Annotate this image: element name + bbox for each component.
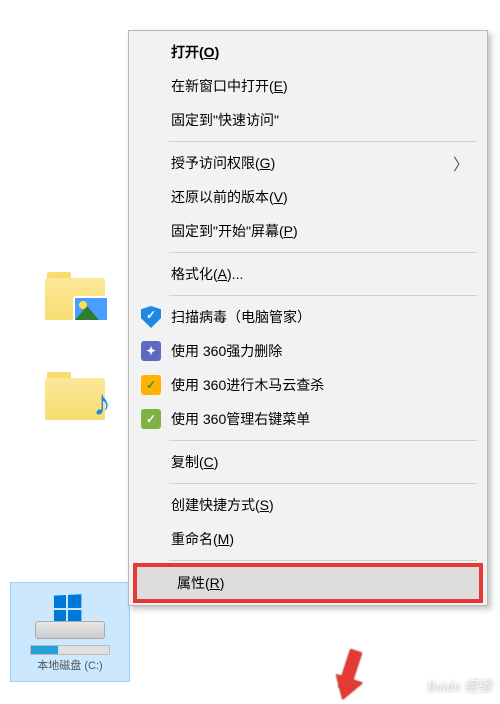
menu-scan-virus[interactable]: 扫描病毒（电脑管家）: [131, 300, 485, 334]
menu-open-new-window[interactable]: 在新窗口中打开(E): [131, 69, 485, 103]
drive-c-item[interactable]: 本地磁盘 (C:): [10, 582, 130, 682]
drive-label: 本地磁盘 (C:): [15, 657, 125, 673]
menu-pin-quick-access[interactable]: 固定到"快速访问": [131, 103, 485, 137]
separator: [169, 483, 477, 484]
pictures-folder-icon[interactable]: [45, 270, 105, 320]
watermark: Baidu 经验: [427, 676, 492, 696]
menu-create-shortcut[interactable]: 创建快捷方式(S): [131, 488, 485, 522]
separator: [169, 141, 477, 142]
desktop-background: ♪ 本地磁盘 (C:): [0, 0, 130, 700]
menu-properties[interactable]: 属性(R): [133, 563, 483, 603]
menu-360-trojan-scan[interactable]: ✓ 使用 360进行木马云查杀: [131, 368, 485, 402]
shredder-icon: ✦: [141, 341, 161, 361]
menu-restore-previous[interactable]: 还原以前的版本(V): [131, 180, 485, 214]
menu-360-manage-context[interactable]: ✓ 使用 360管理右键菜单: [131, 402, 485, 436]
360-scan-icon: ✓: [141, 375, 161, 395]
context-menu: 打开(O) 在新窗口中打开(E) 固定到"快速访问" 授予访问权限(G) 〉 还…: [128, 30, 488, 606]
separator: [169, 560, 477, 561]
separator: [169, 252, 477, 253]
menu-copy[interactable]: 复制(C): [131, 445, 485, 479]
shield-icon: [141, 307, 161, 327]
drive-icon: [35, 591, 105, 639]
submenu-arrow-icon: 〉: [453, 151, 469, 175]
separator: [169, 440, 477, 441]
separator: [169, 295, 477, 296]
menu-open[interactable]: 打开(O): [131, 35, 485, 69]
menu-format[interactable]: 格式化(A)...: [131, 257, 485, 291]
menu-grant-access[interactable]: 授予访问权限(G) 〉: [131, 146, 485, 180]
menu-360-force-delete[interactable]: ✦ 使用 360强力删除: [131, 334, 485, 368]
360-manage-icon: ✓: [141, 409, 161, 429]
menu-rename[interactable]: 重命名(M): [131, 522, 485, 556]
drive-usage-bar: [30, 645, 110, 655]
music-folder-icon[interactable]: ♪: [45, 370, 105, 420]
menu-pin-start[interactable]: 固定到"开始"屏幕(P): [131, 214, 485, 248]
